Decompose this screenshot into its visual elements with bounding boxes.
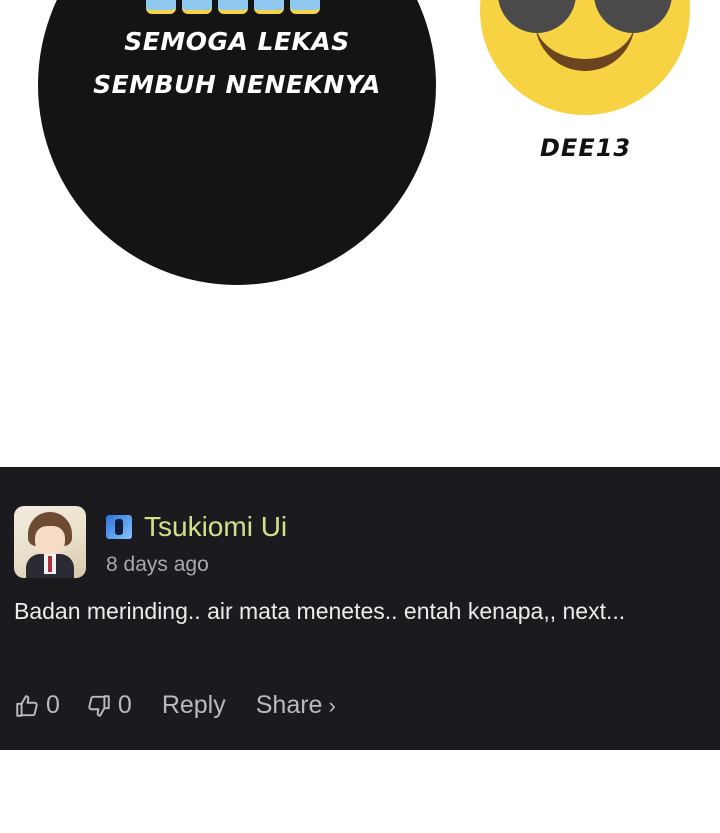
comic-panel: SEMOGA LEKAS SEMBUH NENEKNYA DEE13 <box>0 0 720 467</box>
comment-timestamp: 8 days ago <box>106 553 209 576</box>
dislike-count: 0 <box>117 691 132 719</box>
bubble-line-2: SEMBUH NENEKNYA <box>93 70 381 99</box>
bubble-line-1: SEMOGA LEKAS <box>124 27 350 56</box>
thumbs-down-icon <box>88 694 110 717</box>
user-badge-icon <box>106 515 132 539</box>
user-name[interactable]: Tsukiomi Ui <box>144 511 287 543</box>
comment-card: Tsukiomi Ui 8 days ago Badan merinding..… <box>0 467 720 750</box>
reply-button[interactable]: Reply <box>162 691 226 720</box>
dislike-button[interactable]: 0 <box>86 691 132 720</box>
like-count: 0 <box>46 691 60 719</box>
sunglasses-emoji-icon <box>480 0 690 115</box>
avatar[interactable] <box>14 506 86 578</box>
comment-text: Badan merinding.. air mata menetes.. ent… <box>14 598 626 624</box>
bubble-decoration <box>146 0 320 14</box>
comment-actions: 0 0 Reply Share › <box>14 691 336 720</box>
author-tag: DEE13 <box>540 134 632 162</box>
share-button[interactable]: Share › <box>256 691 336 720</box>
chevron-right-icon: › <box>328 692 336 718</box>
like-button[interactable]: 0 <box>14 691 60 720</box>
share-label: Share <box>255 691 323 719</box>
speech-bubble-text: SEMOGA LEKAS SEMBUH NENEKNYA <box>38 20 436 106</box>
thumbs-up-icon <box>16 694 38 717</box>
